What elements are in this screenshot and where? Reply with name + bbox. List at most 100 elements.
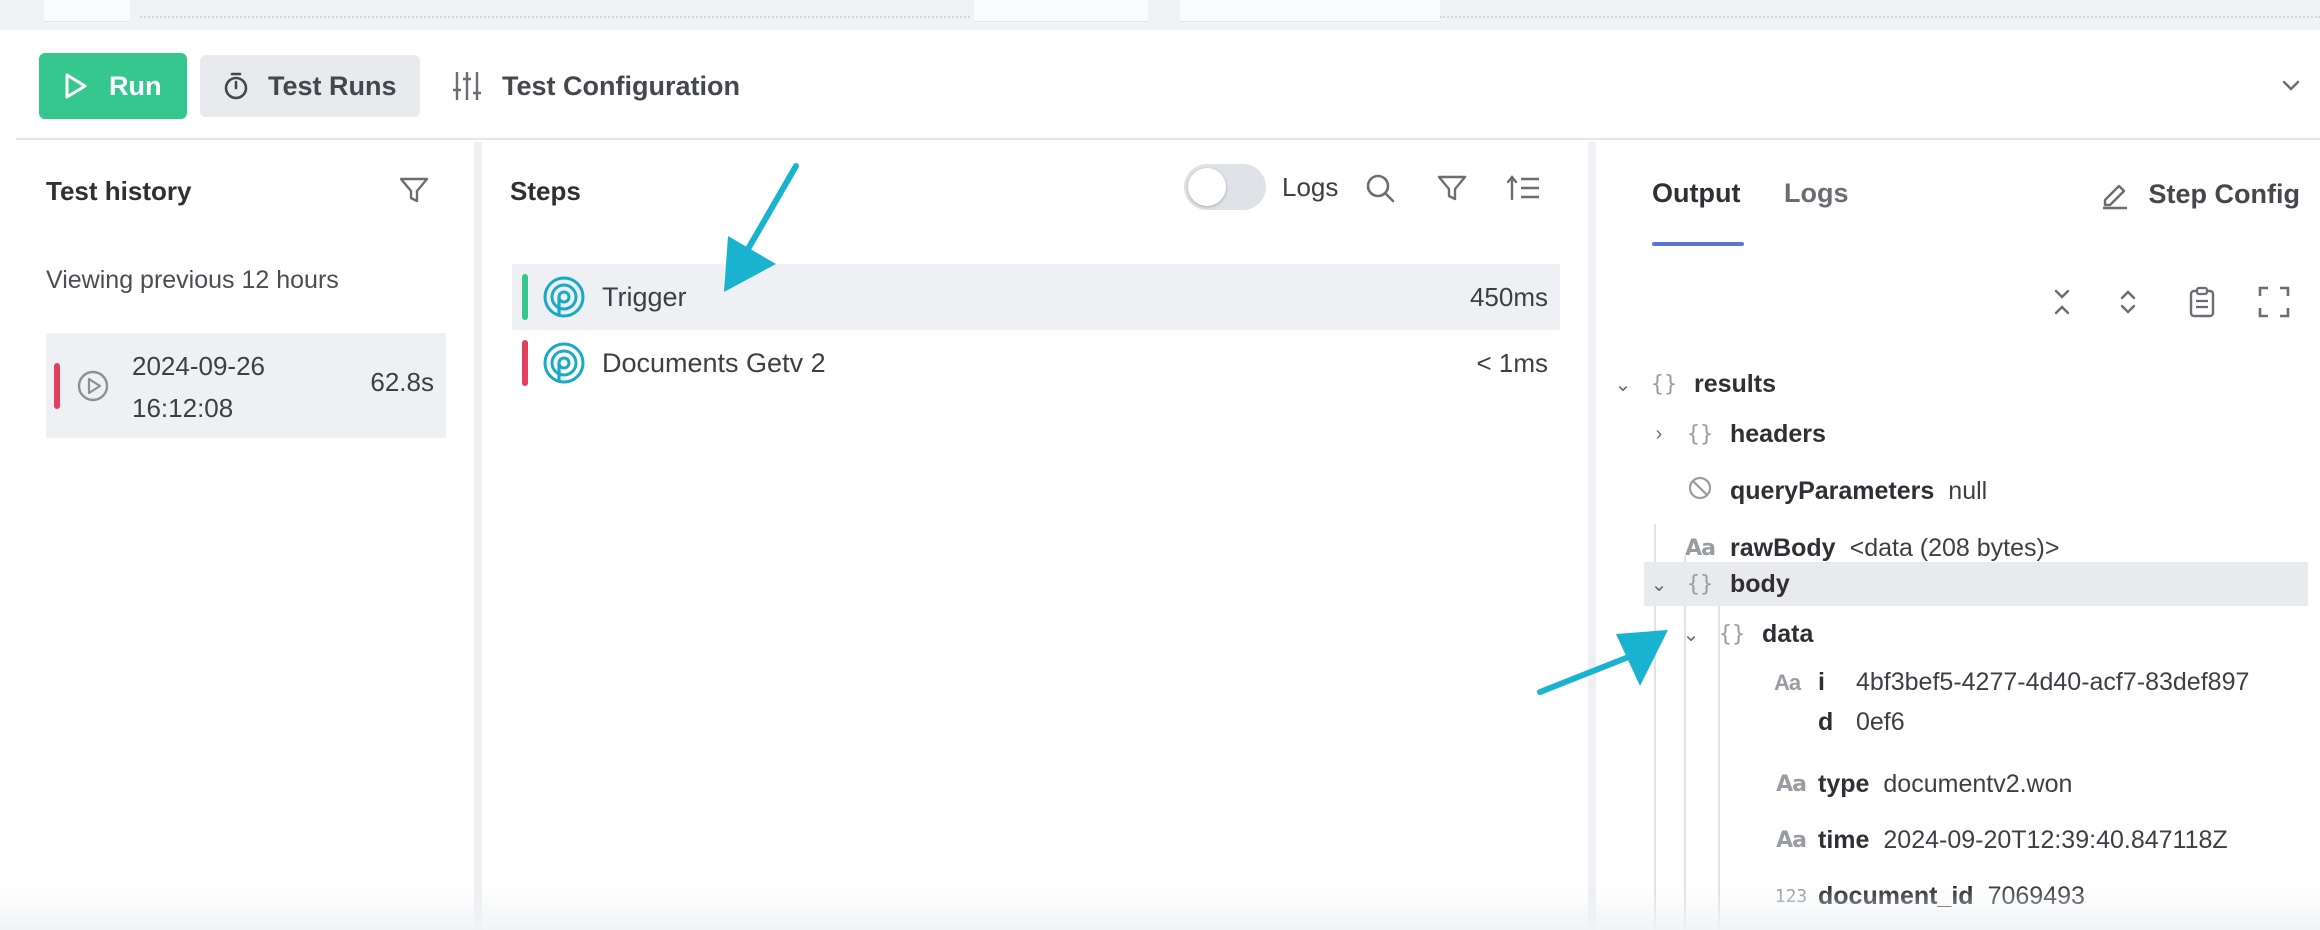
- tree-value: <data (208 bytes)>: [1849, 533, 2060, 562]
- search-icon: [1366, 174, 1395, 203]
- chevron-right-icon[interactable]: ›: [1648, 423, 1670, 446]
- tree-key: document_id: [1818, 881, 1974, 910]
- filter-icon: [1437, 175, 1467, 201]
- history-item-datetime: 2024-09-26 16:12:08: [132, 345, 282, 429]
- history-item-duration: 62.8s: [370, 367, 434, 397]
- tree-key-line: d: [1818, 708, 1834, 736]
- test-toolbar: Run Test Runs Test Configuration: [16, 30, 2320, 140]
- test-runs-label: Test Runs: [268, 70, 397, 101]
- test-runs-button[interactable]: Test Runs: [200, 55, 420, 117]
- pencil-icon: [2102, 184, 2127, 210]
- active-tab-indicator: [1652, 242, 1744, 246]
- tab-output[interactable]: Output: [1652, 178, 1740, 209]
- test-configuration-button[interactable]: Test Configuration: [452, 55, 740, 117]
- play-icon: [65, 73, 87, 99]
- number-type-icon: 123: [1774, 885, 1808, 907]
- run-button-label: Run: [109, 70, 162, 101]
- clipboard-icon: [2189, 286, 2215, 318]
- top-header-strip: [0, 0, 2320, 30]
- step-config-button[interactable]: Step Config: [2099, 178, 2300, 210]
- tree-node-body[interactable]: ⌄ {} body: [1644, 562, 2308, 606]
- string-type-icon: Aa: [1685, 535, 1716, 561]
- expand-all-button[interactable]: [2108, 282, 2148, 322]
- steps-panel: Steps Logs Trigger 450ms Documents Getv …: [482, 142, 1590, 930]
- step-duration: 450ms: [1469, 282, 1548, 312]
- tree-key: i d: [1818, 662, 1833, 742]
- chevron-down-icon[interactable]: ⌄: [1612, 372, 1634, 397]
- tree-node-id[interactable]: Aa i d 4bf3bef5-4277-4d40-acf7-83def897 …: [1774, 662, 2314, 746]
- tree-key: body: [1730, 569, 1790, 598]
- tree-value: 7069493: [1987, 881, 2085, 910]
- steps-filter-button[interactable]: [1432, 168, 1472, 208]
- step-row-trigger[interactable]: Trigger 450ms: [512, 264, 1560, 330]
- top-strip-dotted-line: [140, 16, 970, 18]
- object-type-icon: {}: [1686, 571, 1714, 597]
- top-strip-gear-segment: [44, 0, 130, 22]
- tree-value: null: [1948, 476, 1988, 505]
- top-strip-segment: [974, 0, 1148, 22]
- object-type-icon: {}: [1718, 621, 1746, 647]
- step-status-bar: [522, 340, 528, 386]
- tree-node-results[interactable]: ⌄ {} results: [1612, 362, 1776, 406]
- sort-icon: [1507, 175, 1539, 201]
- tree-key: results: [1694, 369, 1776, 398]
- tab-logs[interactable]: Logs: [1784, 178, 1849, 209]
- chevron-down-icon[interactable]: ⌄: [1680, 622, 1702, 647]
- tree-value-line: 0ef6: [1856, 708, 1905, 736]
- step-status-bar: [522, 274, 528, 320]
- chevron-down-icon[interactable]: [2276, 70, 2306, 100]
- expand-all-icon: [2120, 290, 2136, 314]
- history-filter-button[interactable]: [394, 170, 434, 210]
- tree-node-time[interactable]: Aa time 2024-09-20T12:39:40.847118Z: [1774, 818, 2228, 862]
- step-duration: < 1ms: [1476, 348, 1548, 378]
- steps-search-button[interactable]: [1360, 168, 1400, 208]
- tree-value: documentv2.won: [1883, 769, 2073, 798]
- string-type-icon: Aa: [1776, 827, 1807, 853]
- tree-key: rawBody: [1730, 533, 1836, 562]
- tree-node-data[interactable]: ⌄ {} data: [1680, 612, 1814, 656]
- steps-sort-button[interactable]: [1504, 168, 1544, 208]
- history-item-date: 2024-09-26: [132, 351, 265, 381]
- object-type-icon: {}: [1686, 421, 1714, 447]
- chevron-down-icon[interactable]: ⌄: [1648, 572, 1670, 597]
- panel-divider[interactable]: [1588, 142, 1596, 930]
- test-history-panel: Test history Viewing previous 12 hours 2…: [16, 142, 476, 930]
- play-circle-icon: [77, 370, 109, 402]
- collapse-all-button[interactable]: [2042, 282, 2082, 322]
- string-type-icon: Aa: [1776, 771, 1807, 797]
- top-strip-dotted-line-right: [1440, 16, 2320, 18]
- top-strip-icons-segment: [1180, 0, 1440, 22]
- tree-node-query-parameters[interactable]: queryParameters null: [1680, 469, 1987, 513]
- panel-divider[interactable]: [474, 142, 482, 930]
- logs-toggle[interactable]: [1184, 164, 1266, 210]
- fullscreen-icon: [2258, 286, 2290, 318]
- object-type-icon: {}: [1650, 371, 1678, 397]
- step-row-documents-getv2[interactable]: Documents Getv 2 < 1ms: [512, 330, 1560, 396]
- history-item-time: 16:12:08: [132, 393, 234, 423]
- tree-key: data: [1762, 619, 1814, 648]
- history-range-text: Viewing previous 12 hours: [46, 266, 339, 294]
- tree-value: 4bf3bef5-4277-4d40-acf7-83def897 0ef6: [1856, 662, 2249, 742]
- tree-node-headers[interactable]: › {} headers: [1648, 412, 1826, 456]
- tree-node-type[interactable]: Aa type documentv2.won: [1774, 762, 2072, 806]
- steps-title: Steps: [510, 176, 581, 206]
- history-list-item[interactable]: 2024-09-26 16:12:08 62.8s: [46, 333, 446, 438]
- string-type-icon: Aa: [1774, 670, 1801, 695]
- step-name: Documents Getv 2: [602, 348, 826, 378]
- step-logo-icon: [543, 276, 585, 318]
- run-button[interactable]: Run: [39, 53, 187, 119]
- test-history-title: Test history: [46, 176, 192, 206]
- output-panel: Output Logs Step Config ⌄ {} results › {…: [1596, 142, 2320, 930]
- tree-key: type: [1818, 769, 1870, 798]
- fullscreen-button[interactable]: [2254, 282, 2294, 322]
- logs-toggle-label: Logs: [1282, 172, 1339, 202]
- step-name: Trigger: [602, 282, 687, 312]
- filter-icon: [399, 177, 429, 203]
- step-logo-icon: [543, 342, 585, 384]
- history-status-bar: [54, 363, 60, 409]
- tree-key: time: [1818, 825, 1870, 854]
- tree-node-document-id[interactable]: 123 document_id 7069493: [1774, 874, 2085, 918]
- step-config-label: Step Config: [2148, 178, 2300, 209]
- copy-button[interactable]: [2182, 282, 2222, 322]
- tree-value: 2024-09-20T12:39:40.847118Z: [1883, 825, 2228, 854]
